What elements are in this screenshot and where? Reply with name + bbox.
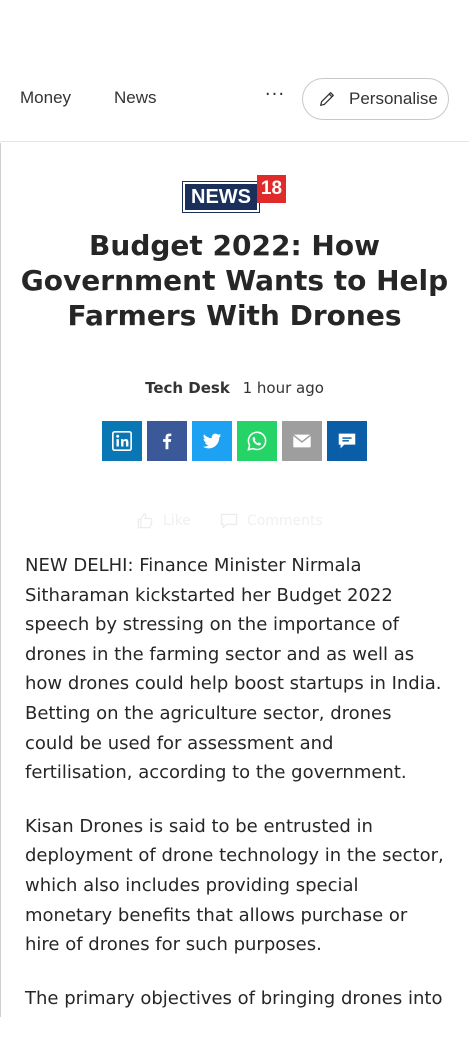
personalise-button[interactable]: Personalise: [302, 78, 449, 120]
logo-text: NEWS: [182, 181, 260, 213]
article-byline: Tech Desk 1 hour ago: [0, 379, 469, 397]
nav-link-news[interactable]: News: [114, 88, 157, 108]
article-paragraph: NEW DELHI: Finance Minister Nirmala Sith…: [25, 555, 442, 784]
top-navigation-bar: Money News ··· Personalise: [0, 60, 469, 142]
reactions-bar: Like Comments: [135, 510, 323, 532]
personalise-label: Personalise: [349, 89, 438, 108]
whatsapp-icon: [247, 431, 267, 451]
share-bar: [102, 421, 367, 461]
article-paragraph: Kisan Drones is said to be entrusted in …: [25, 815, 444, 956]
publish-time: 1 hour ago: [242, 379, 324, 397]
email-icon: [292, 434, 312, 448]
comments-button[interactable]: Comments: [219, 511, 323, 531]
like-label: Like: [163, 513, 191, 529]
article-paragraph: The primary objectives of bringing drone…: [25, 987, 443, 1009]
linkedin-icon: [112, 431, 132, 451]
twitter-share-button[interactable]: [192, 421, 232, 461]
facebook-icon: [163, 433, 172, 450]
twitter-icon: [202, 433, 222, 449]
author-name[interactable]: Tech Desk: [145, 379, 230, 397]
news18-logo: NEWS 18: [182, 175, 287, 213]
comment-share-button[interactable]: [327, 421, 367, 461]
comments-label: Comments: [246, 513, 323, 529]
facebook-share-button[interactable]: [147, 421, 187, 461]
pencil-icon: [320, 92, 334, 106]
more-options-button[interactable]: ···: [262, 82, 288, 112]
nav-link-money[interactable]: Money: [20, 88, 71, 108]
like-button[interactable]: Like: [135, 511, 191, 531]
article-headline: Budget 2022: How Government Wants to Hel…: [20, 229, 449, 332]
linkedin-share-button[interactable]: [102, 421, 142, 461]
content-divider: [0, 143, 1, 1017]
article-body: NEW DELHI: Finance Minister Nirmala Sith…: [25, 551, 445, 1037]
email-share-button[interactable]: [282, 421, 322, 461]
comment-bubble-icon: [220, 513, 238, 529]
thumbs-up-icon: [137, 512, 153, 529]
whatsapp-share-button[interactable]: [237, 421, 277, 461]
logo-number: 18: [257, 175, 286, 203]
comment-icon: [338, 433, 356, 449]
